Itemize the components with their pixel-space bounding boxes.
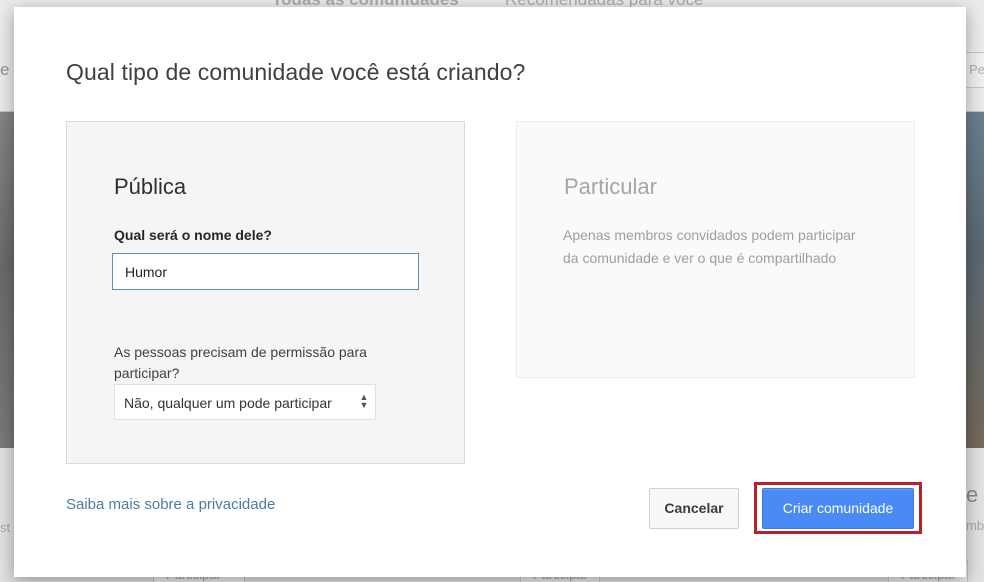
permission-select-value: Não, qualquer um pode participar [124,395,332,411]
private-card-heading: Particular [564,174,657,199]
permission-label: As pessoas precisam de permissão para pa… [114,344,367,381]
create-community-button[interactable]: Criar comunidade [762,488,914,529]
privacy-info-link[interactable]: Saiba mais sobre a privacidade [66,496,275,513]
public-community-card[interactable]: Pública Qual será o nome dele? As pessoa… [66,121,465,464]
private-community-card[interactable]: Particular Apenas membros convidados pod… [516,121,915,378]
create-community-dialog: Qual tipo de comunidade você está criand… [14,7,966,577]
public-card-heading: Pública [114,174,187,199]
permission-select[interactable]: Não, qualquer um pode participar ▲ ▼ [114,384,376,420]
community-name-input[interactable] [112,253,419,290]
up-down-arrows-icon: ▲ ▼ [359,392,369,410]
community-name-label: Qual será o nome dele? [114,227,272,243]
cancel-button[interactable]: Cancelar [649,488,739,529]
private-card-description: Apenas membros convidados podem particip… [563,227,856,266]
dialog-title: Qual tipo de comunidade você está criand… [66,59,526,85]
